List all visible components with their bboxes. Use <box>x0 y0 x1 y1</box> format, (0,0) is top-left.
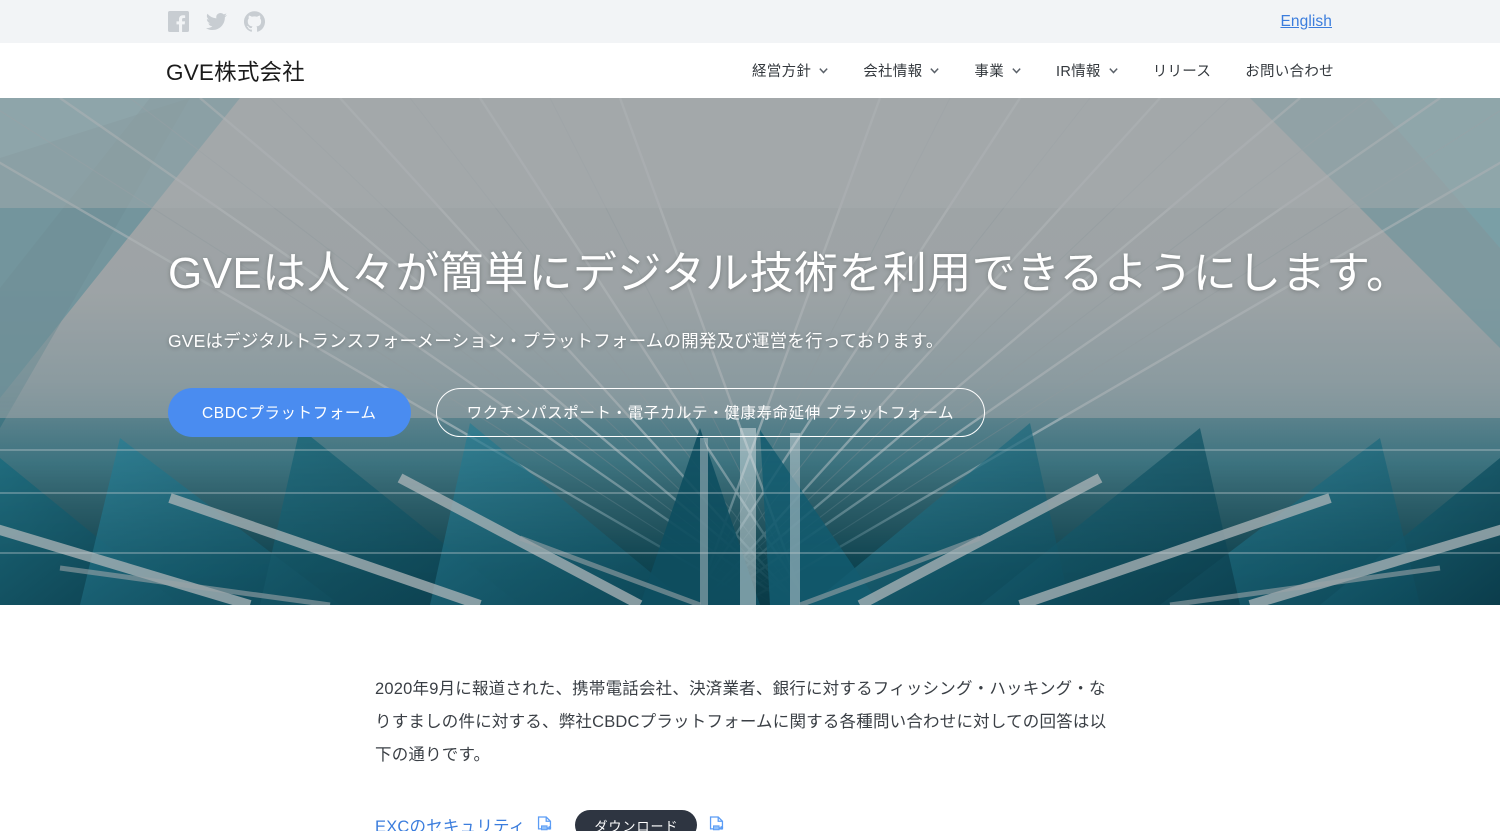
top-utility-bar: English <box>0 0 1500 43</box>
document-download-icon-secondary[interactable] <box>708 815 725 831</box>
nav-item-management-policy[interactable]: 経営方針 <box>752 60 829 81</box>
chevron-down-icon <box>1012 68 1021 74</box>
nav-item-business[interactable]: 事業 <box>974 60 1022 81</box>
download-button[interactable]: ダウンロード <box>575 810 698 831</box>
nav-label: IR情報 <box>1056 64 1101 80</box>
notice-paragraph: 2020年9月に報道された、携帯電話会社、決済業者、銀行に対するフィッシング・ハ… <box>375 680 1107 764</box>
cbdc-platform-button[interactable]: CBDCプラットフォーム <box>168 387 411 437</box>
chevron-down-icon <box>930 68 940 74</box>
chevron-down-icon <box>1109 68 1118 74</box>
nav-label: 経営方針 <box>751 64 812 80</box>
document-download-icon[interactable] <box>536 815 553 831</box>
nav-item-release[interactable]: リリース <box>1153 60 1211 81</box>
chevron-down-icon <box>819 68 828 74</box>
language-switch-link[interactable]: English <box>1280 13 1332 31</box>
nav-item-contact[interactable]: お問い合わせ <box>1245 60 1334 81</box>
nav-label: お問い合わせ <box>1245 64 1334 80</box>
hero-cta-group: CBDCプラットフォーム ワクチンパスポート・電子カルテ・健康寿命延伸 プラット… <box>168 387 1500 437</box>
main-navbar: GVE株式会社 経営方針 会社情報 事業 IR情報 リリース お問い合わせ <box>0 43 1500 98</box>
site-logo[interactable]: GVE株式会社 <box>166 55 305 87</box>
hero-subtitle: GVEはデジタルトランスフォーメーション・プラットフォームの開発及び運営を行って… <box>168 330 944 351</box>
download-row: EXCのセキュリティ ダウンロード <box>375 810 1500 831</box>
hero-section: GVEは人々が簡単にデジタル技術を利用できるようにします。 GVEはデジタルトラ… <box>0 98 1500 605</box>
nav-label: リリース <box>1152 64 1212 80</box>
vaccine-passport-platform-button[interactable]: ワクチンパスポート・電子カルテ・健康寿命延伸 プラットフォーム <box>435 387 986 437</box>
nav-label: 事業 <box>974 64 1004 80</box>
nav-item-ir-info[interactable]: IR情報 <box>1056 60 1119 81</box>
hero-title: GVEは人々が簡単にデジタル技術を利用できるようにします。 <box>168 249 1411 298</box>
twitter-icon[interactable] <box>206 11 227 32</box>
main-content: 2020年9月に報道された、携帯電話会社、決済業者、銀行に対するフィッシング・ハ… <box>0 605 1500 831</box>
hero-content: GVEは人々が簡単にデジタル技術を利用できるようにします。 GVEはデジタルトラ… <box>0 98 1500 437</box>
primary-nav: 経営方針 会社情報 事業 IR情報 リリース お問い合わせ <box>752 43 1334 98</box>
exc-security-link[interactable]: EXCのセキュリティ <box>375 813 525 831</box>
nav-label: 会社情報 <box>863 64 923 80</box>
github-icon[interactable] <box>244 11 265 32</box>
nav-item-company-info[interactable]: 会社情報 <box>863 60 940 81</box>
facebook-icon[interactable] <box>168 11 189 32</box>
social-links <box>168 11 265 32</box>
